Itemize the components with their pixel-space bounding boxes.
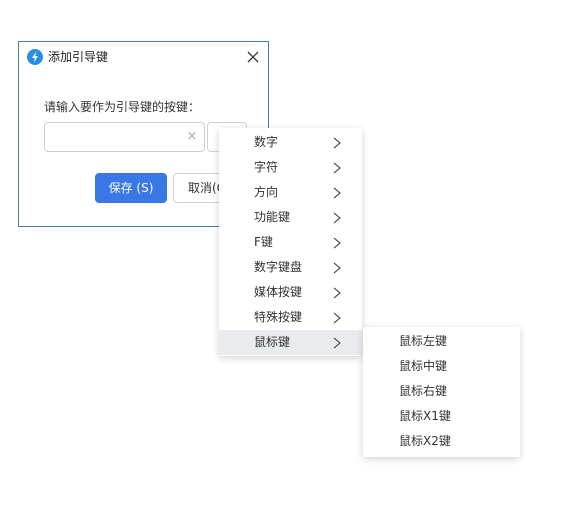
menu-item-digits[interactable]: 数字	[219, 130, 362, 155]
menu-item-label: 功能键	[254, 210, 291, 224]
save-button[interactable]: 保存 (S)	[95, 173, 167, 203]
menu-item-label: 鼠标键	[254, 335, 291, 349]
submenu-item-x2-button[interactable]: 鼠标X2键	[363, 429, 520, 454]
menu-item-label: 数字	[254, 135, 279, 149]
chevron-right-icon	[333, 137, 341, 149]
chevron-right-icon	[333, 212, 341, 224]
mouse-keys-submenu: 鼠标左键 鼠标中键 鼠标右键 鼠标X1键 鼠标X2键	[363, 327, 520, 457]
dialog-title: 添加引导键	[48, 50, 109, 64]
chevron-right-icon	[333, 237, 341, 249]
menu-item-numpad[interactable]: 数字键盘	[219, 255, 362, 280]
menu-item-media-keys[interactable]: 媒体按键	[219, 280, 362, 305]
menu-item-chars[interactable]: 字符	[219, 155, 362, 180]
chevron-right-icon	[333, 187, 341, 199]
chevron-right-icon	[333, 337, 341, 349]
lightning-icon	[27, 49, 43, 65]
menu-item-label: F键	[254, 235, 273, 249]
submenu-item-label: 鼠标右键	[399, 384, 448, 398]
key-category-menu: 数字 字符 方向 功能键 F键 数字键盘 媒体按键 特殊按键 鼠标键	[219, 128, 362, 356]
menu-item-label: 方向	[254, 185, 279, 199]
chevron-right-icon	[333, 287, 341, 299]
menu-item-special-keys[interactable]: 特殊按键	[219, 305, 362, 330]
submenu-item-middle-button[interactable]: 鼠标中键	[363, 354, 520, 379]
menu-item-direction[interactable]: 方向	[219, 180, 362, 205]
submenu-item-x1-button[interactable]: 鼠标X1键	[363, 404, 520, 429]
submenu-item-left-button[interactable]: 鼠标左键	[363, 329, 520, 354]
chevron-right-icon	[333, 312, 341, 324]
close-icon[interactable]	[244, 48, 262, 66]
chevron-right-icon	[333, 262, 341, 274]
menu-item-label: 媒体按键	[254, 285, 303, 299]
menu-item-mouse-keys[interactable]: 鼠标键	[219, 330, 362, 355]
menu-item-function-keys[interactable]: 功能键	[219, 205, 362, 230]
menu-item-label: 特殊按键	[254, 310, 303, 324]
menu-item-label: 字符	[254, 160, 279, 174]
submenu-item-label: 鼠标左键	[399, 334, 448, 348]
submenu-item-label: 鼠标中键	[399, 359, 448, 373]
chevron-right-icon	[333, 162, 341, 174]
menu-item-f-keys[interactable]: F键	[219, 230, 362, 255]
submenu-item-right-button[interactable]: 鼠标右键	[363, 379, 520, 404]
prompt-label: 请输入要作为引导键的按键：	[44, 100, 201, 114]
menu-item-label: 数字键盘	[254, 260, 303, 274]
submenu-item-label: 鼠标X1键	[399, 409, 451, 423]
key-input[interactable]: ×	[44, 122, 205, 152]
clear-icon[interactable]: ×	[185, 130, 199, 144]
submenu-item-label: 鼠标X2键	[399, 434, 451, 448]
